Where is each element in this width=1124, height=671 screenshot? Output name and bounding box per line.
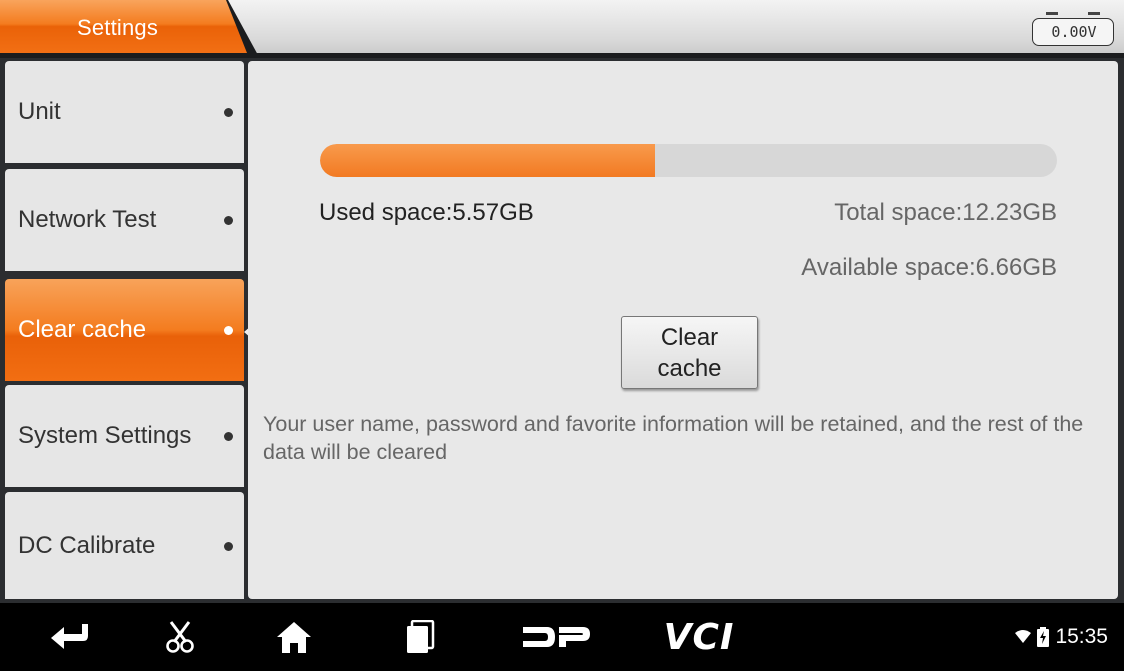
battery-terminal xyxy=(1088,12,1100,15)
scissors-icon[interactable] xyxy=(158,603,202,671)
storage-usage-bar xyxy=(320,144,1057,177)
sidebar-item-clear-cache[interactable]: Clear cache xyxy=(5,279,244,381)
total-space-text: Total space:12.23GB xyxy=(834,199,1057,226)
bullet-dot-icon xyxy=(224,432,233,441)
dp-logo-icon[interactable] xyxy=(520,603,592,671)
clear-cache-notice: Your user name, password and favorite in… xyxy=(263,412,1084,464)
clear-cache-button[interactable]: Clear cache xyxy=(621,316,758,389)
bullet-dot-icon xyxy=(224,541,233,551)
bullet-dot-icon xyxy=(224,326,233,335)
recent-apps-icon[interactable] xyxy=(400,603,440,671)
tab-settings[interactable]: Settings xyxy=(0,0,262,57)
sidebar-item-label: DC Calibrate xyxy=(18,531,156,559)
used-space-text: Used space:5.57GB xyxy=(319,199,534,226)
sidebar-item-dc-calibrate[interactable]: DC Calibrate xyxy=(5,492,244,599)
voltage-indicator: 0.00V xyxy=(1032,12,1114,46)
sidebar-item-label: Unit xyxy=(18,98,61,125)
battery-charging-icon xyxy=(1037,627,1050,647)
sidebar-item-system-settings[interactable]: System Settings xyxy=(5,385,244,487)
sidebar-item-label: Clear cache xyxy=(18,316,147,343)
battery-terminal xyxy=(1046,12,1058,15)
voltage-value: 0.00V xyxy=(1051,23,1097,41)
back-icon[interactable] xyxy=(46,603,94,671)
bullet-dot-icon xyxy=(224,216,233,225)
clock-time: 15:35 xyxy=(1055,625,1108,648)
sidebar-item-unit[interactable]: Unit xyxy=(5,61,244,163)
status-area: 15:35 xyxy=(1015,603,1108,671)
wifi-icon xyxy=(1015,630,1032,643)
sidebar-item-label: System Settings xyxy=(18,422,192,449)
vci-icon[interactable]: VCI xyxy=(664,603,734,671)
available-space-text: Available space:6.66GB xyxy=(801,254,1057,281)
vci-label: VCI xyxy=(663,616,735,658)
navigation-bar: VCI 15:35 xyxy=(0,603,1124,671)
clear-cache-panel: Used space:5.57GB Total space:12.23GB Av… xyxy=(248,61,1118,599)
top-bar: Settings 0.00V xyxy=(0,0,1124,57)
sidebar-item-network-test[interactable]: Network Test xyxy=(5,169,244,271)
tab-label: Settings xyxy=(76,15,159,40)
top-bar-divider xyxy=(0,53,1124,58)
home-icon[interactable] xyxy=(271,603,317,671)
sidebar-item-label: Network Test xyxy=(18,206,157,233)
bullet-dot-icon xyxy=(224,108,233,117)
storage-usage-fill xyxy=(320,144,656,177)
battery-icon: 0.00V xyxy=(1032,18,1114,46)
sidebar: Unit Network Test Clear cache System Set… xyxy=(5,61,251,599)
